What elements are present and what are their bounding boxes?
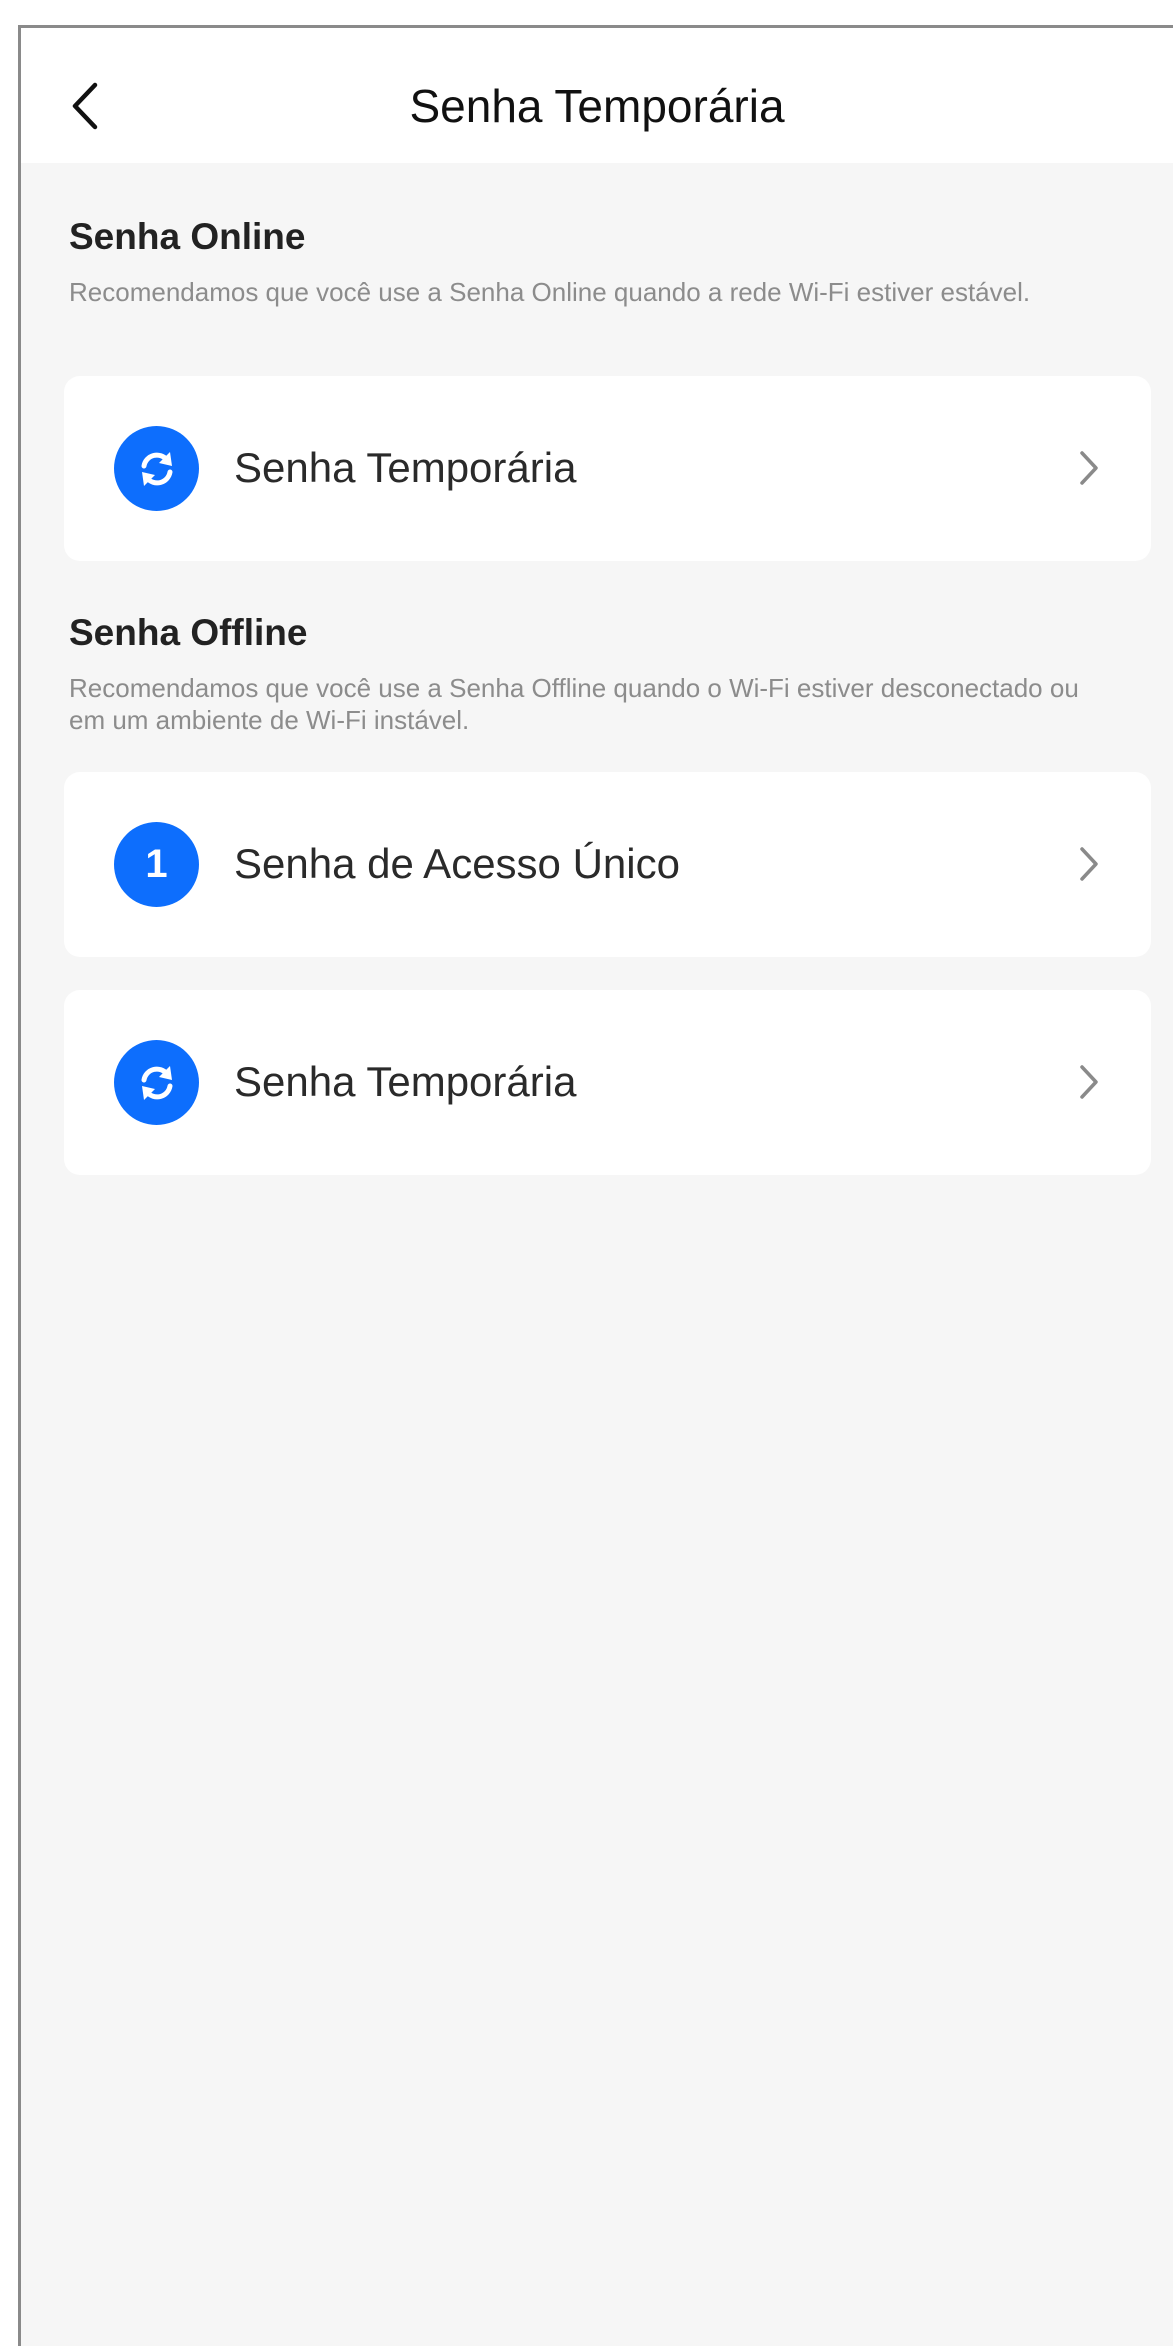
section-description-online: Recomendamos que você use a Senha Online… xyxy=(69,277,1031,307)
list-item-offline-temporary-password[interactable]: Senha Temporária xyxy=(64,990,1151,1175)
section-description-offline: Recomendamos que você use a Senha Offlin… xyxy=(69,673,1079,735)
header: Senha Temporária xyxy=(21,28,1173,163)
section-title-offline: Senha Offline xyxy=(69,612,308,653)
refresh-icon xyxy=(114,426,199,511)
number-one-icon: 1 xyxy=(114,822,199,907)
chevron-right-icon xyxy=(1071,1064,1107,1100)
list-item-label: Senha Temporária xyxy=(234,444,577,491)
list-item-online-temporary-password[interactable]: Senha Temporária xyxy=(64,376,1151,561)
list-item-label: Senha de Acesso Único xyxy=(234,840,680,887)
chevron-right-icon xyxy=(1071,450,1107,486)
list-item-one-time-password[interactable]: 1 Senha de Acesso Único xyxy=(64,772,1151,957)
refresh-icon xyxy=(114,1040,199,1125)
section-title-online: Senha Online xyxy=(69,216,306,257)
app-screen: Senha Temporária Senha Online Recomendam… xyxy=(18,25,1173,2346)
chevron-right-icon xyxy=(1071,846,1107,882)
list-item-label: Senha Temporária xyxy=(234,1058,577,1105)
page-title: Senha Temporária xyxy=(409,80,785,132)
